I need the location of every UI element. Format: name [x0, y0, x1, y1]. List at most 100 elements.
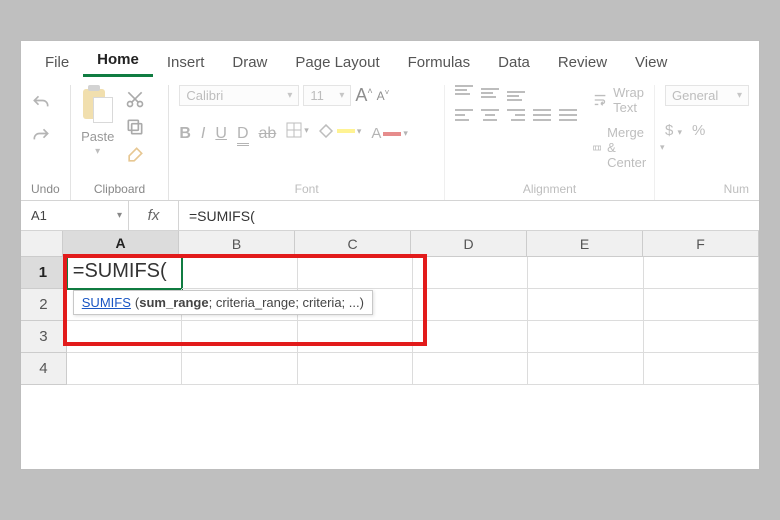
cell-e3[interactable] [528, 321, 643, 353]
function-tooltip-link[interactable]: SUMIFS [82, 295, 131, 310]
cell-d4[interactable] [413, 353, 528, 385]
redo-icon[interactable] [31, 126, 51, 149]
paste-button[interactable]: Paste ▾ [81, 85, 115, 157]
cell-e2[interactable] [528, 289, 643, 321]
col-header-b[interactable]: B [179, 231, 295, 257]
group-font: Calibri▾ 11▾ A˄ A˅ B I U D ab ▾ [169, 85, 445, 200]
font-name-value: Calibri [186, 88, 223, 103]
percent-button[interactable]: % [692, 122, 705, 139]
function-tooltip-args-rest: ; criteria_range; criteria; ... [209, 295, 360, 310]
cell-c1[interactable] [298, 257, 413, 289]
decrease-indent-icon[interactable] [533, 109, 551, 123]
cell-d2[interactable] [413, 289, 528, 321]
paste-label: Paste [81, 129, 114, 144]
tab-view[interactable]: View [621, 48, 681, 77]
fill-color-button[interactable]: ▾ [319, 124, 362, 138]
col-header-e[interactable]: E [527, 231, 643, 257]
cell-f1[interactable] [644, 257, 759, 289]
cell-d3[interactable] [413, 321, 528, 353]
italic-button[interactable]: I [201, 125, 205, 143]
group-alignment-label: Alignment [455, 182, 644, 196]
increase-indent-icon[interactable] [559, 109, 577, 123]
cell-b1[interactable] [182, 257, 297, 289]
align-middle-icon[interactable] [481, 85, 499, 99]
spreadsheet-grid: A B C D E F 1 =SUMIFS( SUMIFS(sum_range;… [21, 231, 759, 385]
cell-d1[interactable] [413, 257, 528, 289]
cell-f2[interactable] [644, 289, 759, 321]
fx-icon[interactable]: fx [129, 201, 179, 230]
align-left-icon[interactable] [455, 109, 473, 123]
cell-c3[interactable] [298, 321, 413, 353]
tab-data[interactable]: Data [484, 48, 544, 77]
row-header-4[interactable]: 4 [21, 353, 67, 385]
copy-icon[interactable] [125, 117, 145, 137]
font-color-button[interactable]: A▾ [371, 125, 408, 142]
tab-file[interactable]: File [31, 48, 83, 77]
strikethrough-button[interactable]: ab [259, 125, 277, 143]
double-underline-button[interactable]: D [237, 125, 249, 146]
select-all-corner[interactable] [21, 231, 63, 257]
cell-b3[interactable] [182, 321, 297, 353]
column-headers: A B C D E F [63, 231, 759, 257]
row-header-3[interactable]: 3 [21, 321, 67, 353]
format-painter-icon[interactable] [125, 145, 145, 165]
align-right-icon[interactable] [507, 109, 525, 123]
col-header-f[interactable]: F [643, 231, 759, 257]
col-header-c[interactable]: C [295, 231, 411, 257]
underline-button[interactable]: U [215, 125, 227, 143]
tab-review[interactable]: Review [544, 48, 621, 77]
align-center-icon[interactable] [481, 109, 499, 123]
decrease-font-icon[interactable]: A˅ [377, 88, 390, 103]
group-undo-label: Undo [31, 182, 60, 196]
col-header-a[interactable]: A [63, 231, 179, 257]
group-clipboard: Paste ▾ Clipboard [71, 85, 170, 200]
function-tooltip-arg-active: sum_range [139, 295, 208, 310]
cell-f3[interactable] [644, 321, 759, 353]
row-header-1[interactable]: 1 [21, 257, 67, 289]
group-font-label: Font [179, 182, 434, 196]
name-box-value: A1 [31, 208, 47, 223]
tab-page-layout[interactable]: Page Layout [281, 48, 393, 77]
cell-f4[interactable] [644, 353, 759, 385]
merge-center-button[interactable]: Merge & Center ▾ [593, 125, 665, 170]
group-undo: Undo [21, 85, 71, 200]
merge-center-label: Merge & Center [607, 125, 654, 170]
currency-button[interactable]: $ ▾ [665, 122, 682, 139]
borders-button[interactable]: ▾ [286, 122, 309, 138]
formula-bar-input[interactable]: =SUMIFS( [179, 208, 759, 224]
chevron-down-icon: ▾ [117, 210, 122, 221]
number-format-value: General [672, 88, 718, 103]
cut-icon[interactable] [125, 89, 145, 109]
cell-a4[interactable] [67, 353, 182, 385]
cell-e1[interactable] [528, 257, 643, 289]
number-format-combo[interactable]: General▾ [665, 85, 749, 106]
undo-icon[interactable] [31, 93, 51, 116]
cell-c4[interactable] [298, 353, 413, 385]
cell-a1[interactable]: =SUMIFS( SUMIFS(sum_range; criteria_rang… [67, 257, 182, 289]
increase-font-icon[interactable]: A˄ [355, 85, 372, 106]
tab-insert[interactable]: Insert [153, 48, 219, 77]
wrap-text-button[interactable]: Wrap Text [593, 85, 665, 115]
name-box[interactable]: A1 ▾ [21, 201, 129, 230]
tab-draw[interactable]: Draw [218, 48, 281, 77]
font-size-combo[interactable]: 11▾ [303, 85, 351, 106]
tab-formulas[interactable]: Formulas [394, 48, 485, 77]
tab-home[interactable]: Home [83, 45, 153, 77]
formula-bar-value: =SUMIFS( [189, 208, 255, 224]
row-header-2[interactable]: 2 [21, 289, 67, 321]
cell-e4[interactable] [528, 353, 643, 385]
font-size-value: 11 [310, 88, 324, 103]
cell-b4[interactable] [182, 353, 297, 385]
formula-bar-row: A1 ▾ fx =SUMIFS( [21, 201, 759, 231]
bold-button[interactable]: B [179, 125, 191, 143]
ribbon-body: Undo Paste ▾ [21, 77, 759, 201]
cell-a3[interactable] [67, 321, 182, 353]
group-number: General▾ $ ▾ % Num [655, 85, 759, 200]
align-top-icon[interactable] [455, 85, 473, 99]
font-name-combo[interactable]: Calibri▾ [179, 85, 299, 106]
col-header-d[interactable]: D [411, 231, 527, 257]
cell-a1-value: =SUMIFS( [73, 260, 167, 283]
align-bottom-icon[interactable] [507, 85, 525, 99]
group-alignment: Wrap Text Merge & Center ▾ Alignment [445, 85, 655, 200]
group-clipboard-label: Clipboard [81, 182, 159, 196]
